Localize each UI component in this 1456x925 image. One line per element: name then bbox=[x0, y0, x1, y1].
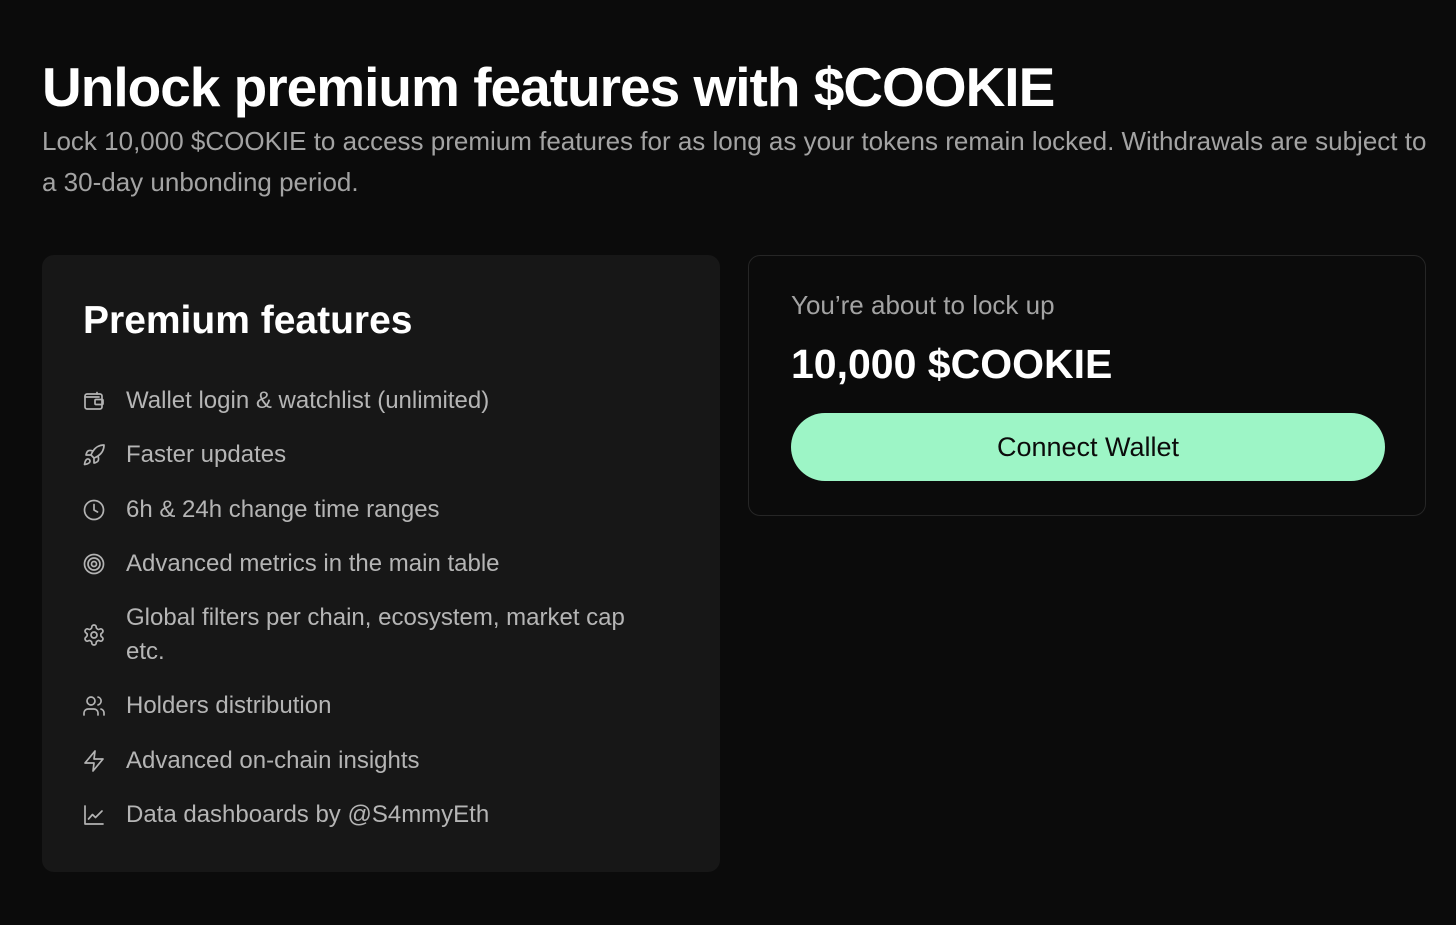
feature-label: Wallet login & watchlist (unlimited) bbox=[126, 387, 490, 414]
lightning-icon bbox=[82, 749, 106, 773]
feature-label: Data dashboards by @S4mmyEth bbox=[126, 801, 490, 828]
feature-label: Advanced metrics in the main table bbox=[126, 550, 500, 577]
feature-label: Holders distribution bbox=[126, 692, 332, 719]
line-chart-icon bbox=[82, 803, 106, 827]
target-icon bbox=[82, 552, 106, 576]
users-icon bbox=[82, 694, 106, 718]
rocket-icon bbox=[82, 443, 106, 467]
premium-features-title: Premium features bbox=[83, 299, 413, 342]
clock-icon bbox=[82, 498, 106, 522]
page-title: Unlock premium features with $COOKIE bbox=[42, 56, 1055, 118]
feature-item-wallet-login: Wallet login & watchlist (unlimited) bbox=[82, 384, 489, 418]
lock-up-card: You’re about to lock up 10,000 $COOKIE C… bbox=[748, 255, 1426, 516]
page-subtitle: Lock 10,000 $COOKIE to access premium fe… bbox=[42, 126, 1427, 197]
lock-amount: 10,000 $COOKIE bbox=[791, 341, 1113, 387]
feature-label: 6h & 24h change time ranges bbox=[126, 496, 440, 523]
feature-label: Advanced on-chain insights bbox=[126, 747, 420, 774]
feature-item-advanced-metrics: Advanced metrics in the main table bbox=[82, 547, 500, 581]
feature-label: Global filters per chain, ecosystem, mar… bbox=[126, 604, 625, 665]
lock-caption: You’re about to lock up bbox=[791, 290, 1055, 320]
feature-item-data-dashboards: Data dashboards by @S4mmyEth bbox=[82, 798, 489, 832]
connect-wallet-button[interactable]: Connect Wallet bbox=[791, 413, 1385, 481]
feature-item-faster-updates: Faster updates bbox=[82, 438, 286, 472]
wallet-icon bbox=[82, 389, 106, 413]
feature-label: Faster updates bbox=[126, 441, 287, 468]
gear-icon bbox=[82, 623, 106, 647]
feature-item-global-filters: Global filters per chain, ecosystem, mar… bbox=[82, 601, 666, 669]
feature-item-onchain-insights: Advanced on-chain insights bbox=[82, 744, 420, 778]
premium-features-card: Premium features Wallet login & watchlis… bbox=[42, 255, 720, 872]
feature-item-time-ranges: 6h & 24h change time ranges bbox=[82, 493, 440, 527]
feature-item-holders-distribution: Holders distribution bbox=[82, 689, 331, 723]
